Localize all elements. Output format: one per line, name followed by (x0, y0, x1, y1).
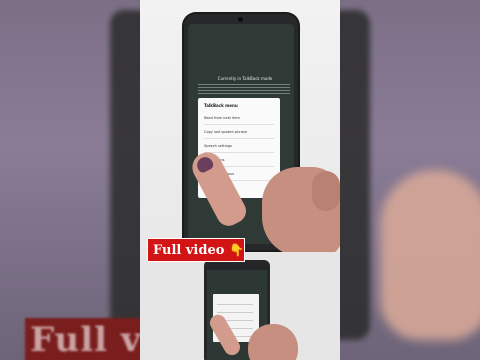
pointing-down-icon: 👇 (229, 243, 245, 257)
screen-description (198, 84, 290, 96)
video-frame: Full vide Currently in TalkBack mode Tal… (0, 0, 480, 360)
video-content: Currently in TalkBack mode TalkBack menu… (140, 0, 340, 360)
blurred-right-panel (340, 0, 480, 360)
screen-title: Currently in TalkBack mode (217, 76, 273, 81)
dialog-item[interactable]: Read from next item (204, 112, 274, 125)
top-clip: Currently in TalkBack mode TalkBack menu… (140, 0, 340, 257)
dialog-title: TalkBack menu (204, 103, 238, 108)
pointing-hand-small (207, 310, 308, 360)
dialog-item[interactable]: Copy last spoken phrase (204, 126, 274, 139)
bottom-clip (140, 252, 340, 360)
blurred-banner-text: Full vide (30, 320, 140, 360)
banner-text: Full video (153, 242, 225, 258)
blurred-left-panel: Full vide (0, 0, 140, 360)
full-video-banner[interactable]: Full video 👇 (147, 238, 245, 262)
camera-icon (238, 17, 243, 22)
